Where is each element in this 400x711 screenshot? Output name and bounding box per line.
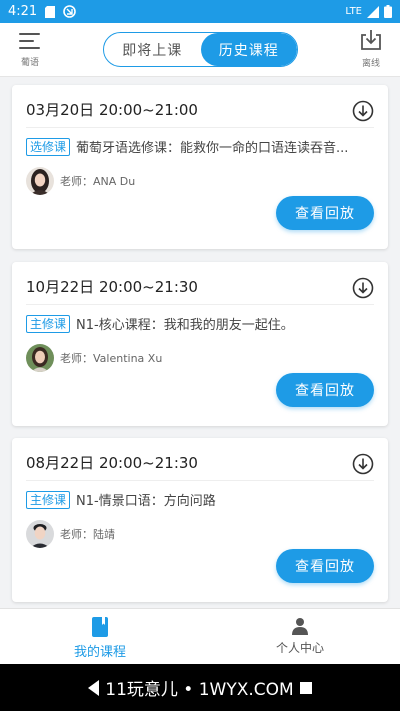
course-title: N1-情景口语：方向问路 <box>76 494 216 509</box>
tab-upcoming[interactable]: 即将上课 <box>104 33 201 66</box>
offline-caption: 离线 <box>361 59 380 69</box>
sync-icon <box>63 5 77 18</box>
teacher-avatar <box>26 344 54 372</box>
course-title: 葡萄牙语选修课：能救你一命的口语连读吞音... <box>76 141 349 156</box>
view-replay-button[interactable]: 查看回放 <box>276 549 374 583</box>
teacher-info: 老师：Valentina Xu <box>26 344 162 372</box>
course-title-row[interactable]: 主修课 N1-核心课程：我和我的朋友一起住。 <box>26 314 366 333</box>
course-card: 08月22日 20:00~21:30 主修课 N1-情景口语：方向问路 老师：陆… <box>12 438 388 602</box>
tab-history[interactable]: 历史课程 <box>200 33 297 66</box>
status-time: 4:21 <box>8 4 38 19</box>
download-icon[interactable] <box>352 453 374 475</box>
download-icon[interactable] <box>352 100 374 122</box>
course-title-row[interactable]: 主修课 N1-情景口语：方向问路 <box>26 490 366 509</box>
course-title-row[interactable]: 选修课 葡萄牙语选修课：能救你一命的口语连读吞音... <box>26 137 366 156</box>
teacher-name: 老师：Valentina Xu <box>60 352 163 365</box>
divider <box>26 480 374 481</box>
divider <box>26 304 374 305</box>
nav-my-courses[interactable]: 我的课程 <box>0 609 200 664</box>
recents-icon[interactable] <box>299 681 312 694</box>
teacher-info: 老师：陆靖 <box>26 520 115 548</box>
teacher-info: 老师：ANA Du <box>26 167 135 195</box>
signal-icon <box>367 5 379 18</box>
teacher-name: 老师：陆靖 <box>60 528 115 541</box>
nav-label: 我的课程 <box>73 645 126 660</box>
menu-button[interactable]: 葡语 <box>14 31 46 71</box>
person-icon <box>292 618 308 635</box>
watermark-text: 11玩意儿 • 1WYX.COM <box>105 680 294 700</box>
book-icon <box>92 617 108 637</box>
nav-label: 个人中心 <box>275 641 324 655</box>
sd-card-icon <box>45 5 56 18</box>
back-icon[interactable] <box>88 679 100 696</box>
status-bar: 4:21 LTE <box>0 0 400 23</box>
network-type: LTE <box>345 6 362 17</box>
view-replay-button[interactable]: 查看回放 <box>276 196 374 230</box>
hamburger-icon <box>19 33 41 50</box>
course-card: 03月20日 20:00~21:00 选修课 葡萄牙语选修课：能救你一命的口语连… <box>12 85 388 249</box>
course-time: 03月20日 20:00~21:00 <box>26 101 198 119</box>
battery-icon <box>384 5 392 18</box>
bottom-nav: 我的课程 个人中心 <box>0 608 400 664</box>
offline-button[interactable]: 离线 <box>358 29 384 73</box>
course-type-badge: 主修课 <box>26 314 71 333</box>
course-time: 08月22日 20:00~21:30 <box>26 454 198 472</box>
teacher-avatar <box>26 520 54 548</box>
teacher-name: 老师：ANA Du <box>60 175 136 188</box>
course-time: 10月22日 20:00~21:30 <box>26 278 198 296</box>
download-tray-icon <box>361 30 381 50</box>
system-nav-bar: 11玩意儿 • 1WYX.COM <box>0 664 400 711</box>
course-tabs: 即将上课 历史课程 <box>103 32 298 67</box>
language-caption: 葡语 <box>20 58 39 68</box>
course-type-badge: 主修课 <box>26 490 71 509</box>
view-replay-button[interactable]: 查看回放 <box>276 373 374 407</box>
nav-profile[interactable]: 个人中心 <box>200 609 400 664</box>
course-card: 10月22日 20:00~21:30 主修课 N1-核心课程：我和我的朋友一起住… <box>12 262 388 426</box>
course-title: N1-核心课程：我和我的朋友一起住。 <box>76 318 294 333</box>
download-icon[interactable] <box>352 277 374 299</box>
teacher-avatar <box>26 167 54 195</box>
divider <box>26 127 374 128</box>
course-type-badge: 选修课 <box>26 137 71 156</box>
top-bar: 葡语 即将上课 历史课程 离线 <box>0 23 400 77</box>
